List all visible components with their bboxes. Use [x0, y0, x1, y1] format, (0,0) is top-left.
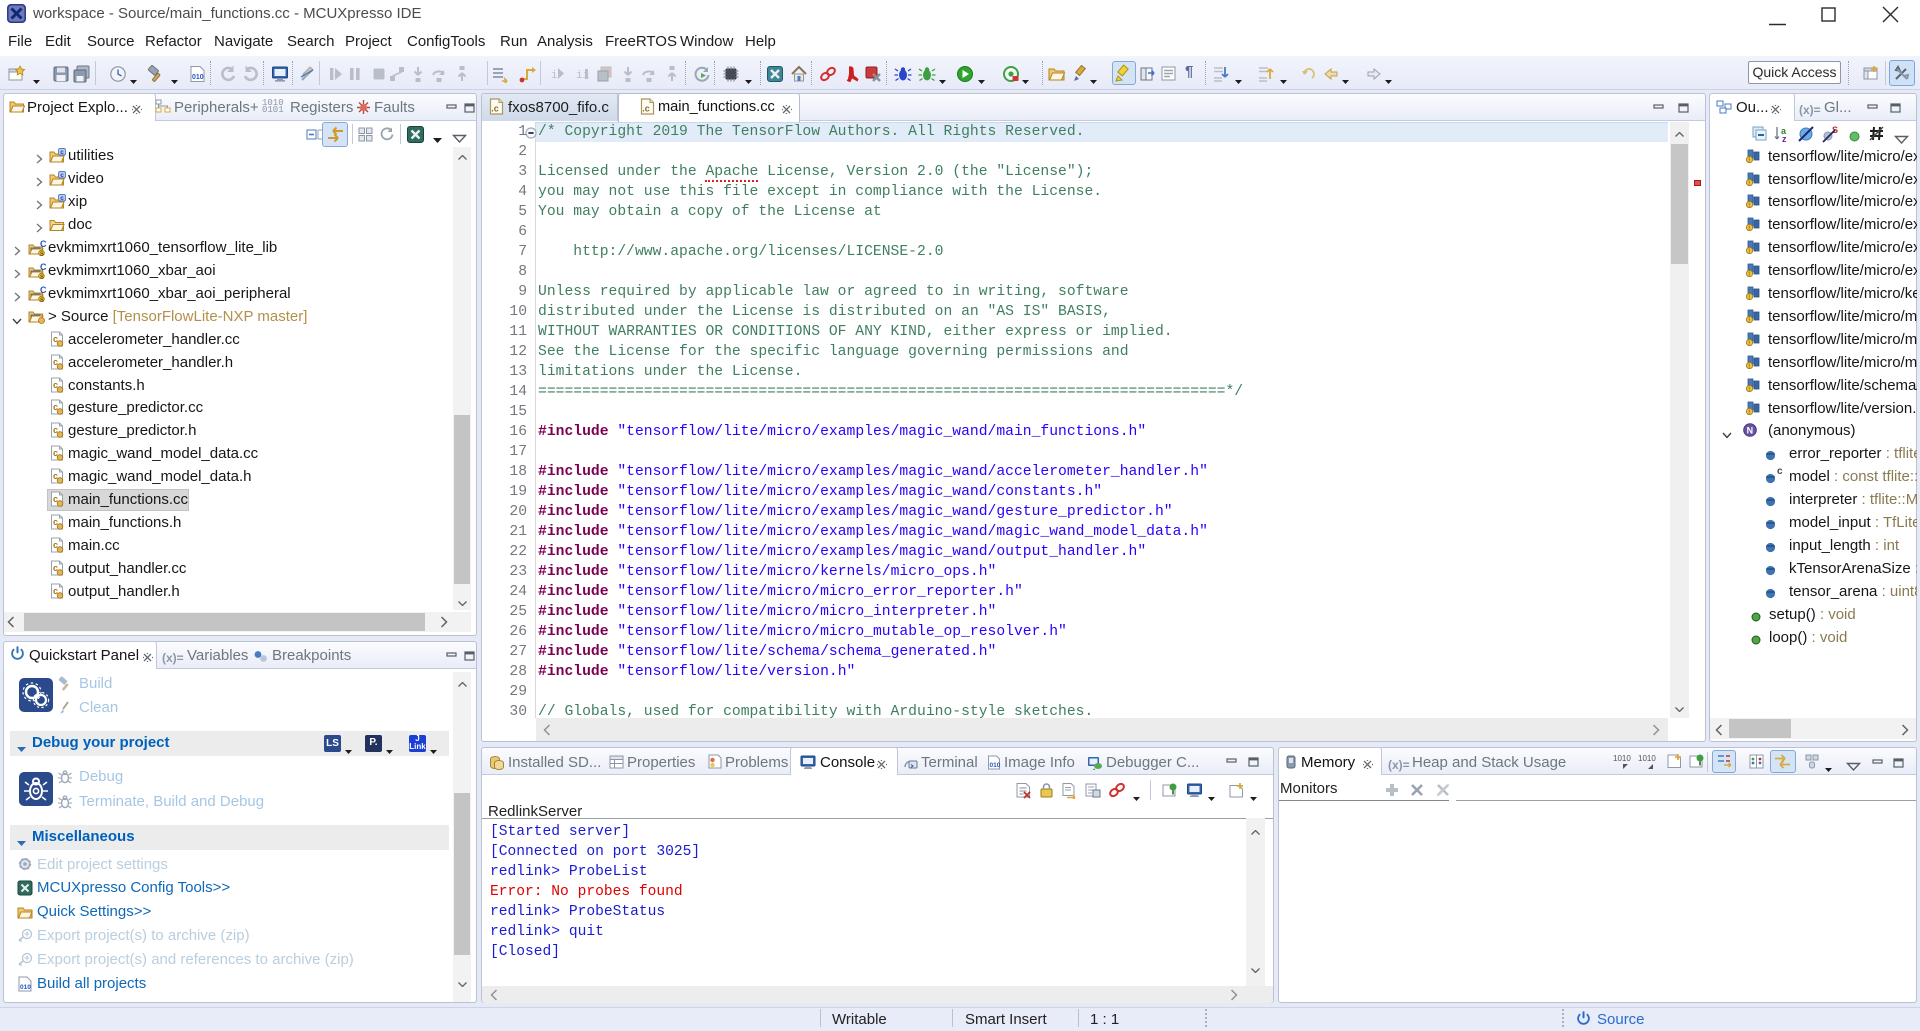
svg-text:!: !: [1748, 180, 1750, 186]
svg-text:!: !: [1748, 271, 1750, 277]
svg-text:C: C: [40, 286, 47, 295]
svg-text:S: S: [40, 251, 44, 256]
svg-text:!: !: [1748, 157, 1750, 163]
svg-text:!: !: [1748, 409, 1750, 415]
svg-text:!: !: [1748, 317, 1750, 323]
svg-text:!: !: [1748, 363, 1750, 369]
svg-text:c: c: [60, 172, 64, 179]
svg-text:!: !: [1748, 248, 1750, 254]
svg-text:N: N: [1747, 426, 1754, 436]
svg-text:.c: .c: [642, 104, 650, 114]
svg-text:!: !: [1748, 202, 1750, 208]
svg-text:c: c: [60, 149, 64, 156]
svg-text:010: 010: [20, 984, 31, 991]
svg-text:!: !: [1748, 225, 1750, 231]
svg-text:!: !: [1748, 294, 1750, 300]
svg-text:C: C: [40, 240, 47, 249]
svg-text:1010: 1010: [1613, 754, 1631, 763]
svg-text:i: i: [551, 70, 558, 82]
svg-text:.c: .c: [491, 104, 499, 114]
svg-text:z: z: [1782, 134, 1787, 143]
svg-text:010: 010: [990, 762, 1001, 769]
svg-text:S: S: [40, 274, 44, 279]
svg-text:1010: 1010: [1638, 754, 1656, 763]
svg-text:!: !: [1748, 386, 1750, 392]
svg-text:010: 010: [192, 74, 204, 81]
svg-text:!: !: [1748, 340, 1750, 346]
svg-text:C: C: [40, 263, 47, 272]
svg-text:c: c: [60, 195, 64, 202]
svg-text:S: S: [40, 297, 44, 302]
